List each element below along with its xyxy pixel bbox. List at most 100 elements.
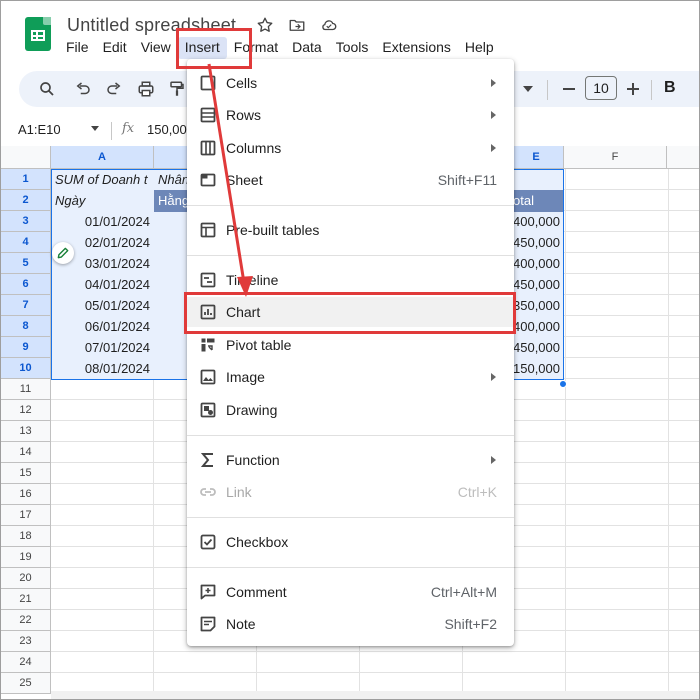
annotation-box-chart [184,292,516,334]
insert-note-shortcut: Shift+F2 [444,616,497,632]
bold-button[interactable]: B [664,79,676,97]
row-header[interactable]: 24 [1,652,51,673]
sigma-icon [199,451,217,469]
row-header[interactable]: 2 [1,190,51,211]
toolbar-divider [651,80,652,100]
row-header[interactable]: 3 [1,211,51,232]
insert-rows-item[interactable]: Rows [187,100,514,130]
menu-help[interactable]: Help [458,37,501,59]
row-header[interactable]: 23 [1,631,51,652]
row-header[interactable]: 15 [1,463,51,484]
menu-edit[interactable]: Edit [96,37,134,59]
name-box[interactable]: A1:E10 [18,122,61,137]
select-all-corner[interactable] [1,146,51,169]
insert-link-shortcut: Ctrl+K [457,484,497,500]
insert-checkbox-item[interactable]: Checkbox [187,527,514,557]
insert-sheet-shortcut: Shift+F11 [437,172,497,188]
star-icon[interactable] [255,15,275,35]
insert-drawing-label: Drawing [226,402,278,418]
row-header[interactable]: 4 [1,232,51,253]
redo-icon[interactable] [104,79,124,99]
menu-data[interactable]: Data [285,37,329,59]
submenu-arrow-icon [491,111,496,119]
row-header[interactable]: 16 [1,484,51,505]
menu-tools[interactable]: Tools [329,37,376,59]
row-header[interactable]: 13 [1,421,51,442]
row-header[interactable]: 1 [1,169,51,190]
menu-file[interactable]: File [59,37,96,59]
fill-handle[interactable] [559,380,567,388]
insert-function-item[interactable]: Function [187,445,514,475]
column-header-e[interactable]: E [509,146,564,169]
row-header[interactable]: 5 [1,253,51,274]
insert-prebuilt-tables-item[interactable]: Pre-built tables [187,215,514,245]
row-header[interactable]: 11 [1,379,51,400]
paint-format-icon[interactable] [167,79,187,99]
menu-bar: File Edit View Insert Format Data Tools … [59,37,501,59]
menu-divider [187,435,514,436]
increase-font-size-icon[interactable] [623,79,643,99]
row-header[interactable]: 8 [1,316,51,337]
name-box-dropdown-icon[interactable] [91,126,99,131]
insert-function-label: Function [226,452,280,468]
drawing-icon [199,401,217,419]
insert-note-item[interactable]: Note Shift+F2 [187,609,514,639]
row-header[interactable]: 14 [1,442,51,463]
insert-comment-item[interactable]: Comment Ctrl+Alt+M [187,577,514,607]
menu-extensions[interactable]: Extensions [375,37,457,59]
column-header-a[interactable]: A [51,146,154,169]
insert-cells-item[interactable]: Cells [187,68,514,98]
rows-icon [199,106,217,124]
column-header-f[interactable]: F [564,146,667,169]
menu-divider [187,517,514,518]
insert-cells-label: Cells [226,75,258,91]
note-icon [199,615,217,633]
row-header[interactable]: 10 [1,358,51,379]
sheets-logo-icon[interactable] [25,17,51,51]
formula-bar-divider [111,122,112,140]
row-header[interactable]: 21 [1,589,51,610]
edit-pencil-icon[interactable] [52,242,74,264]
column-header-g[interactable] [667,146,699,169]
insert-prebuilt-tables-label: Pre-built tables [226,222,320,238]
undo-icon[interactable] [73,79,93,99]
row-header[interactable]: 18 [1,526,51,547]
horizontal-scrollbar[interactable] [51,691,699,699]
row-header[interactable]: 7 [1,295,51,316]
decrease-font-size-icon[interactable] [559,79,579,99]
font-size-input[interactable]: 10 [585,76,617,100]
chevron-down-icon[interactable] [521,79,535,99]
row-header[interactable]: 20 [1,568,51,589]
row-header[interactable]: 9 [1,337,51,358]
insert-columns-item[interactable]: Columns [187,133,514,163]
screenshot-frame: Untitled spreadsheet File Edit View Inse… [0,0,700,700]
search-menus-icon[interactable] [37,79,57,99]
insert-drawing-item[interactable]: Drawing [187,395,514,425]
menu-divider [187,567,514,568]
insert-pivot-table-item[interactable]: Pivot table [187,330,514,360]
insert-timeline-item[interactable]: Timeline [187,265,514,295]
move-to-folder-icon[interactable] [287,15,307,35]
row-header[interactable]: 25 [1,673,51,694]
row-header[interactable]: 6 [1,274,51,295]
insert-link-item[interactable]: Link Ctrl+K [187,477,514,507]
insert-columns-label: Columns [226,140,282,156]
insert-image-item[interactable]: Image [187,362,514,392]
fx-icon: fx [122,121,135,136]
annotation-box-insert [176,28,252,69]
cells-icon [199,74,217,92]
insert-rows-label: Rows [226,107,262,123]
row-header[interactable]: 17 [1,505,51,526]
table-icon [199,221,217,239]
cloud-saved-icon[interactable] [319,15,339,35]
submenu-arrow-icon [491,144,496,152]
insert-sheet-item[interactable]: Sheet Shift+F11 [187,165,514,195]
insert-menu-dropdown: Cells Rows Columns Sheet Shift+F11 Pre-b… [187,59,514,646]
row-header[interactable]: 19 [1,547,51,568]
row-header[interactable]: 12 [1,400,51,421]
menu-view[interactable]: View [134,37,178,59]
print-icon[interactable] [136,79,156,99]
pivot-table-icon [199,336,217,354]
row-header[interactable]: 22 [1,610,51,631]
timeline-icon [199,271,217,289]
